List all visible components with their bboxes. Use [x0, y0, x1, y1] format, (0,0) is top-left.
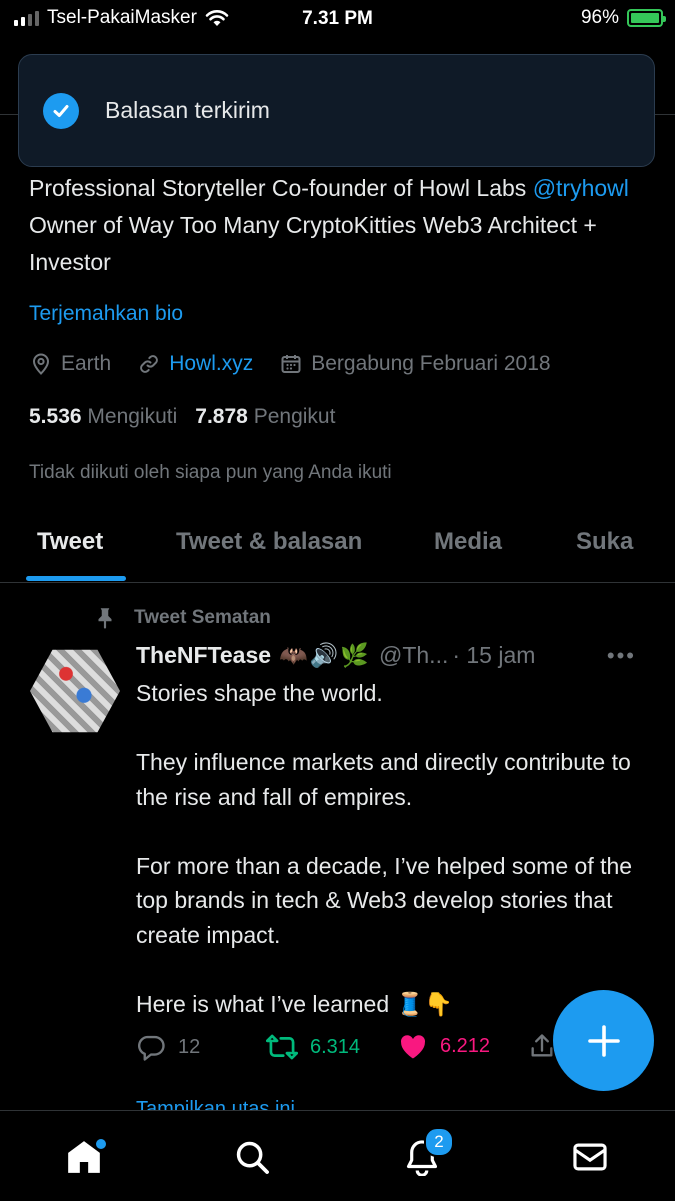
pin-icon: [98, 608, 112, 629]
tweet-author-handle: @Th...: [378, 642, 449, 668]
nav-messages[interactable]: [568, 1135, 612, 1179]
profile-meta: Earth Howl.xyz Bergabung Februari 2018: [29, 352, 577, 376]
pinned-text: Tweet Sematan: [134, 607, 271, 628]
translate-bio-link[interactable]: Terjemahkan bio: [29, 302, 183, 326]
nav-notifications[interactable]: 2: [400, 1127, 454, 1179]
toast-notification: Balasan terkirim: [18, 54, 655, 167]
following-label: Mengikuti: [87, 405, 178, 428]
followers-label: Pengikut: [253, 405, 336, 428]
not-followed-notice: Tidak diikuti oleh siapa pun yang Anda i…: [29, 462, 392, 483]
location: Earth: [29, 352, 111, 376]
share-button[interactable]: [528, 1032, 556, 1060]
link-icon: [140, 355, 159, 373]
bio-text-continued: Owner of Way Too Many CryptoKitties Web3…: [29, 212, 597, 275]
tab-likes[interactable]: Suka: [576, 528, 633, 556]
tab-tweet[interactable]: Tweet: [37, 528, 103, 556]
location-pin-icon: [32, 353, 50, 375]
tweet-timestamp: · 15 jam: [452, 642, 536, 668]
followers-count: 7.878: [195, 405, 248, 428]
active-tab-indicator: [26, 576, 126, 581]
tweet-author-name[interactable]: TheNFTease: [136, 642, 271, 669]
status-right: 96%: [580, 7, 666, 29]
tweet-header: TheNFTease 🦇🔊🌿 @Th... · 15 jam •••: [136, 642, 656, 669]
like-count: 6.212: [440, 1034, 491, 1057]
website-link[interactable]: Howl.xyz: [169, 352, 253, 376]
nav-home[interactable]: [62, 1135, 106, 1179]
retweet-count: 6.314: [310, 1035, 361, 1058]
tab-tweet-replies[interactable]: Tweet & balasan: [176, 528, 362, 556]
retweet-button[interactable]: 6.314: [266, 1032, 360, 1062]
share-icon: [531, 1034, 553, 1057]
plus-icon: [587, 1024, 620, 1057]
battery-icon: [627, 9, 666, 27]
compose-tweet-button[interactable]: [553, 990, 654, 1091]
calendar-icon: [281, 355, 301, 373]
following-stat[interactable]: 5.536 Mengikuti: [29, 405, 177, 429]
like-button[interactable]: 6.212: [398, 1032, 490, 1060]
notification-badge: 2: [424, 1127, 454, 1157]
join-date: Bergabung Februari 2018: [279, 352, 551, 376]
retweet-icon: [266, 1034, 298, 1060]
profile-bio: Professional Storyteller Co-founder of H…: [29, 170, 649, 281]
toast-message: Balasan terkirim: [105, 97, 270, 123]
mail-icon: [573, 1143, 607, 1171]
check-circle-icon: [43, 92, 79, 129]
author-emojis: 🦇🔊🌿: [279, 642, 371, 668]
bottom-nav: 2: [0, 1110, 675, 1201]
nav-search[interactable]: [230, 1135, 274, 1179]
location-text: Earth: [61, 352, 112, 375]
website: Howl.xyz: [137, 352, 253, 376]
avatar[interactable]: [30, 649, 120, 733]
reply-count: 12: [178, 1035, 201, 1058]
followers-stat[interactable]: 7.878 Pengikut: [195, 405, 335, 429]
following-count: 5.536: [29, 405, 82, 428]
profile-tabs: Tweet Tweet & balasan Media Suka: [0, 518, 675, 582]
tabs-divider: [0, 582, 675, 583]
status-bar: Tsel-PakaiMasker 7.31 PM 96%: [0, 0, 675, 40]
more-options-icon[interactable]: •••: [607, 643, 636, 669]
join-date-text: Bergabung Februari 2018: [311, 352, 551, 375]
show-thread-link[interactable]: Tampilkan utas ini: [136, 1098, 295, 1110]
home-unread-dot: [96, 1139, 106, 1149]
bio-mention-link[interactable]: @tryhowl: [533, 175, 629, 201]
heart-icon: [400, 1035, 426, 1059]
reply-button[interactable]: 12: [136, 1032, 200, 1062]
search-icon: [236, 1141, 269, 1174]
clock: 7.31 PM: [302, 8, 373, 29]
follow-stats: 5.536 Mengikuti 7.878 Pengikut: [29, 405, 335, 429]
reply-icon: [138, 1035, 165, 1061]
tab-media[interactable]: Media: [434, 528, 502, 556]
tweet-text: Stories shape the world. They influence …: [136, 680, 633, 1017]
battery-percent: 96%: [580, 7, 619, 28]
pinned-label: Tweet Sematan: [92, 605, 271, 631]
bio-text: Professional Storyteller Co-founder of H…: [29, 175, 533, 201]
